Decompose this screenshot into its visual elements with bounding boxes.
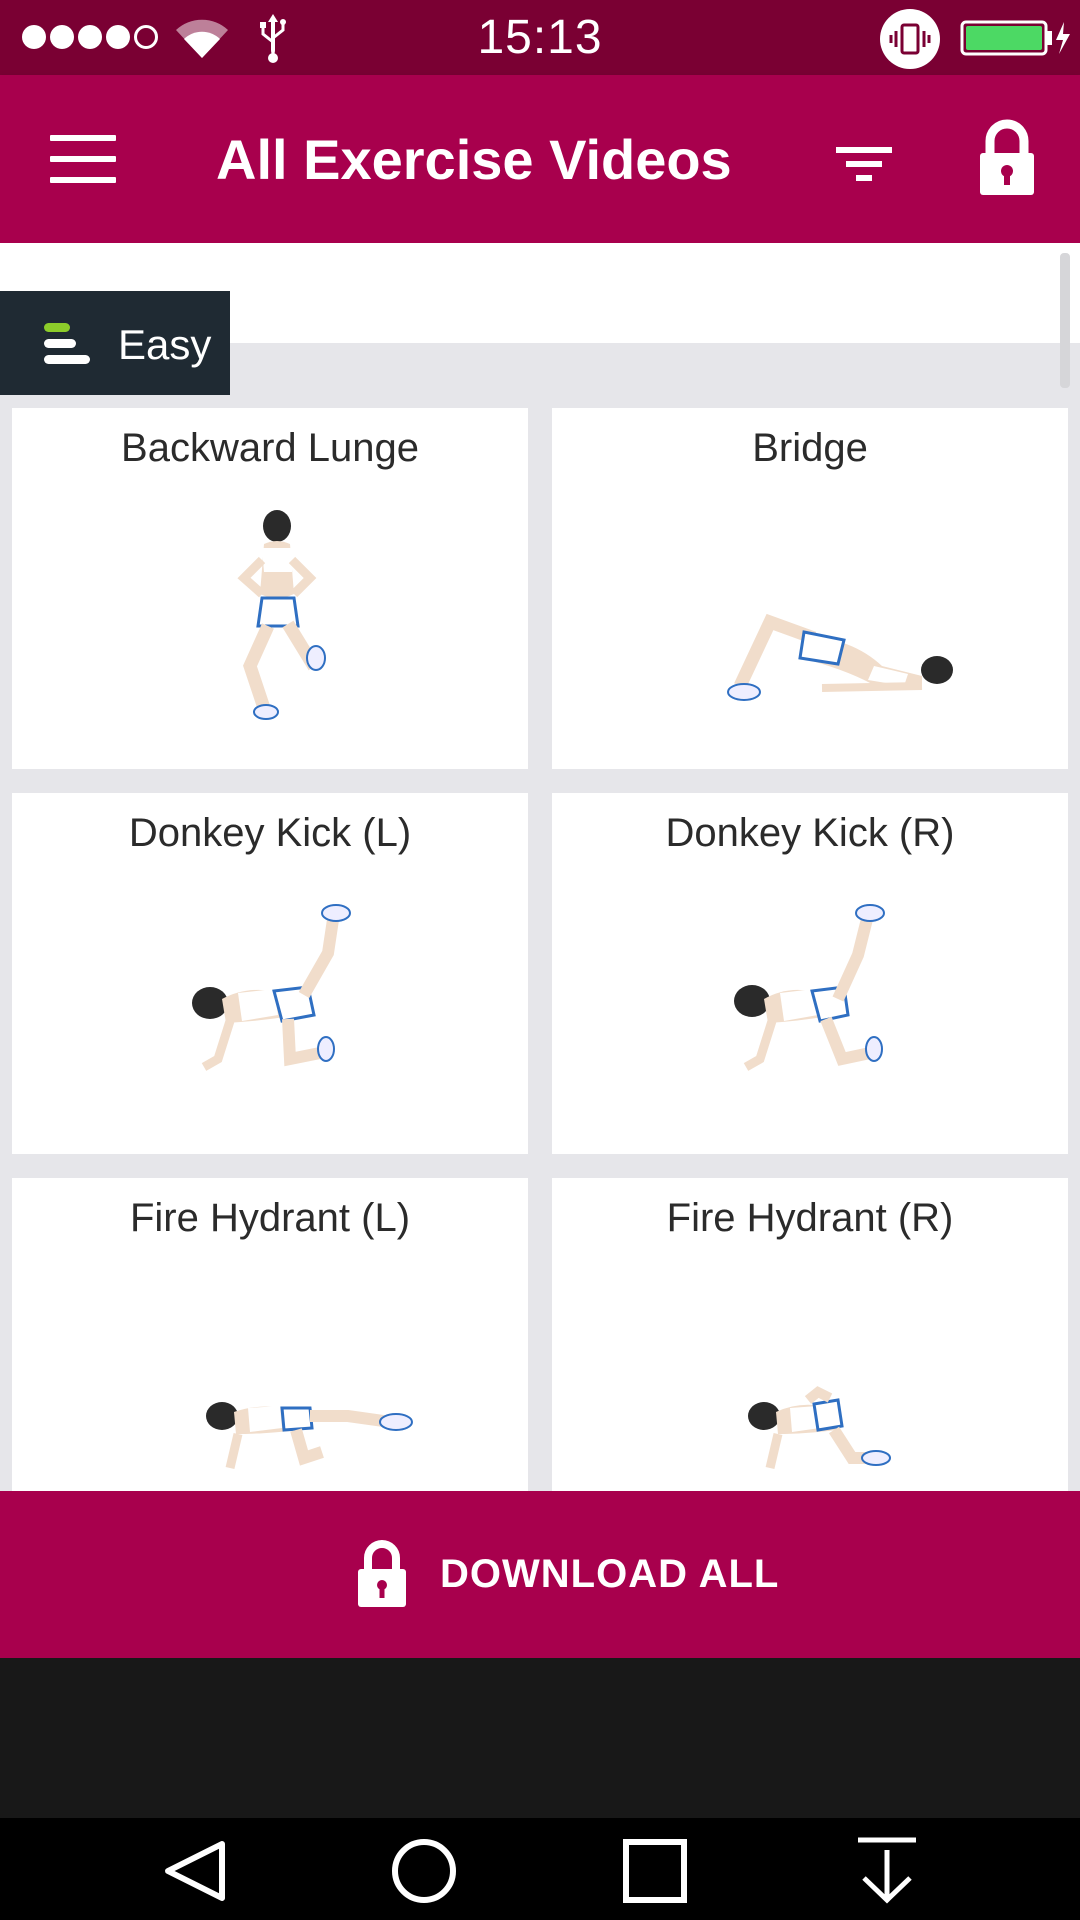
exercise-card[interactable]: Bridge [552,408,1068,769]
hamburger-menu-icon[interactable] [50,135,116,185]
page-title: All Exercise Videos [216,128,732,191]
difficulty-level-icon [44,323,94,365]
system-nav-bar [0,1818,1080,1920]
exercise-thumbnail [206,1402,413,1470]
status-bar: 15:13 [0,0,1080,75]
exercise-title: Backward Lunge [121,426,419,470]
vibrate-icon [880,9,940,69]
app-bar: All Exercise Videos [0,75,1080,243]
lock-icon [358,1540,406,1607]
exercise-thumbnail [748,1386,891,1470]
download-all-label: DOWNLOAD ALL [440,1551,780,1596]
level-filter-chip[interactable]: Easy [0,291,230,395]
exercise-thumbnail [727,613,953,701]
exercise-title: Fire Hydrant (R) [666,1196,954,1240]
screen: 15:13 All Exercise Videos Easy Backward … [0,0,1080,1920]
back-triangle-icon[interactable] [160,1836,230,1906]
exercise-title: Donkey Kick (L) [128,811,412,855]
exercise-card[interactable]: Fire Hydrant (R) [552,1178,1068,1491]
download-all-content: DOWNLOAD ALL [354,1539,779,1609]
exercise-title: Fire Hydrant (L) [129,1196,411,1240]
home-circle-icon[interactable] [389,1836,459,1906]
download-arrow-icon[interactable] [852,1836,922,1906]
filter-icon[interactable] [832,133,896,193]
exercise-card[interactable]: Donkey Kick (L) [12,793,528,1154]
exercise-list[interactable]: Easy Backward Lunge Bridge Donkey Kick (… [0,243,1080,1491]
exercise-thumbnail [734,904,885,1071]
exercise-thumbnail [237,510,326,720]
exercise-title: Donkey Kick (R) [665,811,955,855]
scrollbar[interactable] [1060,253,1070,388]
level-filter-label: Easy [118,321,212,368]
exercise-title: Bridge [752,426,868,470]
exercise-card[interactable]: Backward Lunge [12,408,528,769]
exercise-grid: Backward Lunge Bridge Donkey Kick (L) Do… [12,408,1068,1491]
exercise-card[interactable]: Donkey Kick (R) [552,793,1068,1154]
lock-icon[interactable] [972,119,1042,199]
empty-area [0,1658,1080,1818]
exercise-thumbnail [192,904,351,1071]
recents-square-icon[interactable] [620,1836,690,1906]
exercise-card[interactable]: Fire Hydrant (L) [12,1178,528,1491]
battery-charging-icon [960,20,1070,56]
download-all-button[interactable]: DOWNLOAD ALL [0,1491,1080,1658]
